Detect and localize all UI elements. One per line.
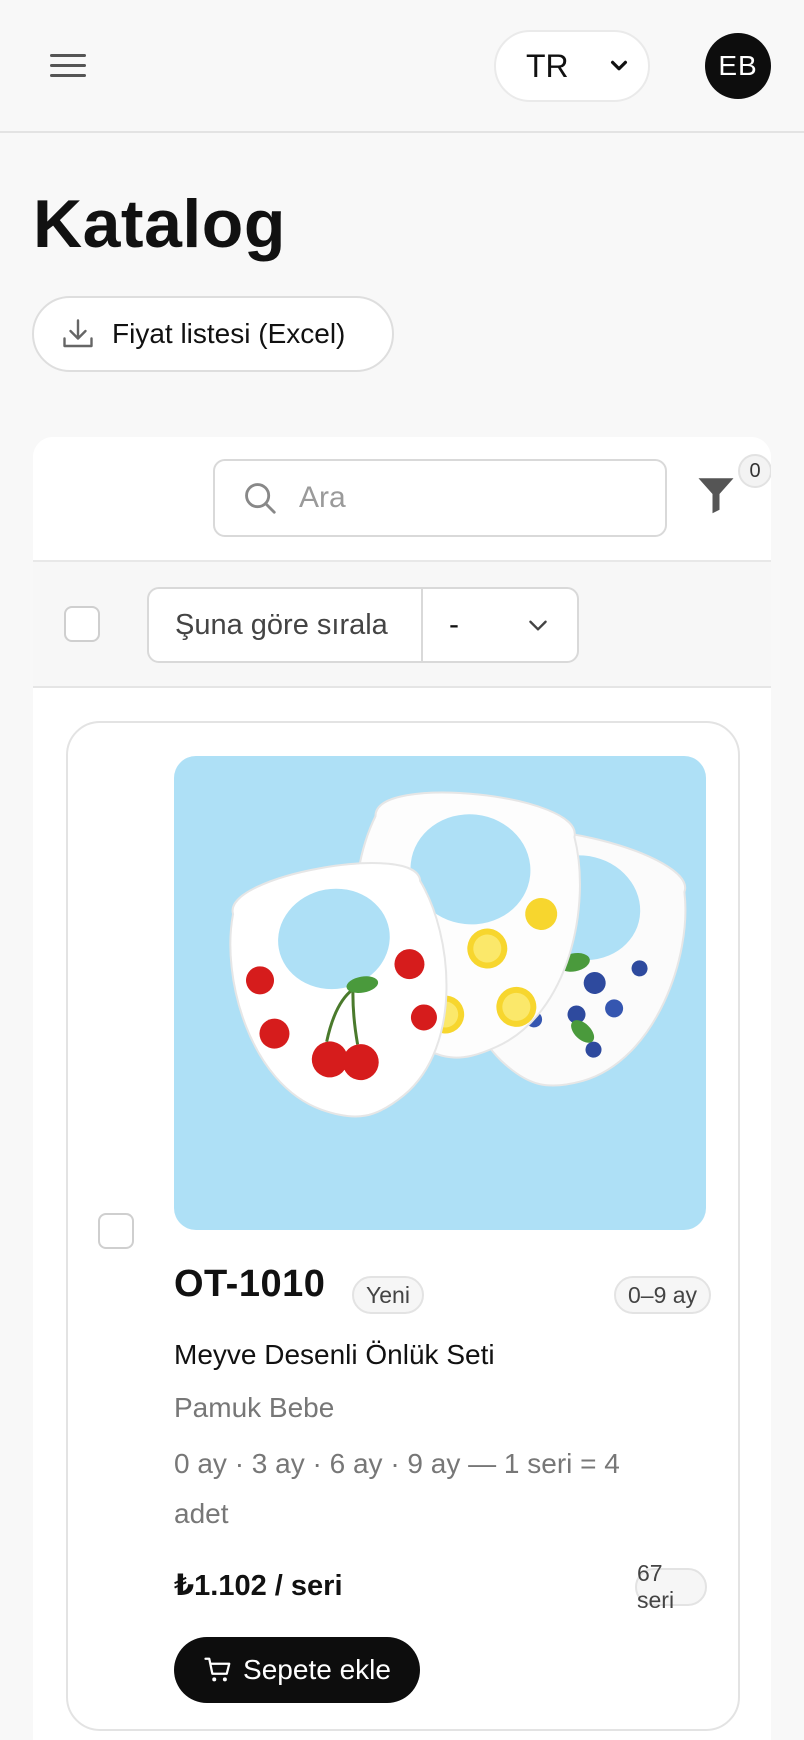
product-sizes: 0 ay · 3 ay · 6 ay · 9 ay — 1 seri = 4 a…: [174, 1448, 620, 1529]
chevron-down-icon: [529, 620, 547, 631]
sort-label: Şuna göre sırala: [149, 589, 423, 661]
user-avatar[interactable]: EB: [705, 33, 771, 99]
sort-select[interactable]: -: [423, 589, 577, 661]
select-all-checkbox[interactable]: [64, 606, 100, 642]
export-button-label: Fiyat listesi (Excel): [112, 318, 346, 349]
language-select[interactable]: TR: [494, 30, 650, 102]
chevron-down-icon: [610, 60, 628, 71]
product-name: Meyve Desenli Önlük Seti: [174, 1339, 495, 1370]
add-to-cart-button[interactable]: Sepete ekle: [174, 1637, 420, 1703]
hamburger-menu-icon[interactable]: [48, 50, 90, 82]
user-initials: EB: [718, 50, 758, 81]
search-box[interactable]: [213, 459, 667, 537]
product-brand: Pamuk Bebe: [174, 1392, 335, 1423]
product-card: OT-1010 Yeni 0–9 ay Meyve Desenli Önlük …: [66, 721, 740, 1731]
search-input[interactable]: [297, 480, 641, 516]
product-sku: OT-1010: [174, 1263, 326, 1305]
cart-icon: [204, 1657, 231, 1682]
download-icon: [63, 319, 93, 348]
filter-count-badge: 0: [738, 454, 771, 488]
export-price-list-button[interactable]: Fiyat listesi (Excel): [32, 296, 394, 372]
sort-row: Şuna göre sırala -: [33, 562, 771, 688]
top-bar: TR EB: [0, 0, 804, 133]
status-badge: Yeni: [352, 1276, 424, 1314]
sort-value: -: [449, 608, 459, 641]
language-value: TR: [526, 47, 569, 84]
stock-badge: 67 seri: [635, 1560, 707, 1613]
page-title: Katalog: [33, 186, 286, 262]
product-select-checkbox[interactable]: [98, 1213, 134, 1249]
search-row: 0: [33, 437, 771, 562]
product-price: ₺1.102 / seri: [174, 1570, 343, 1602]
product-image[interactable]: [174, 756, 706, 1230]
search-icon: [245, 483, 276, 514]
catalog-panel: 0 Şuna göre sırala -: [33, 437, 771, 1740]
sort-control: Şuna göre sırala -: [147, 587, 579, 663]
add-to-cart-label: Sepete ekle: [243, 1654, 391, 1685]
age-range-badge: 0–9 ay: [614, 1276, 712, 1314]
